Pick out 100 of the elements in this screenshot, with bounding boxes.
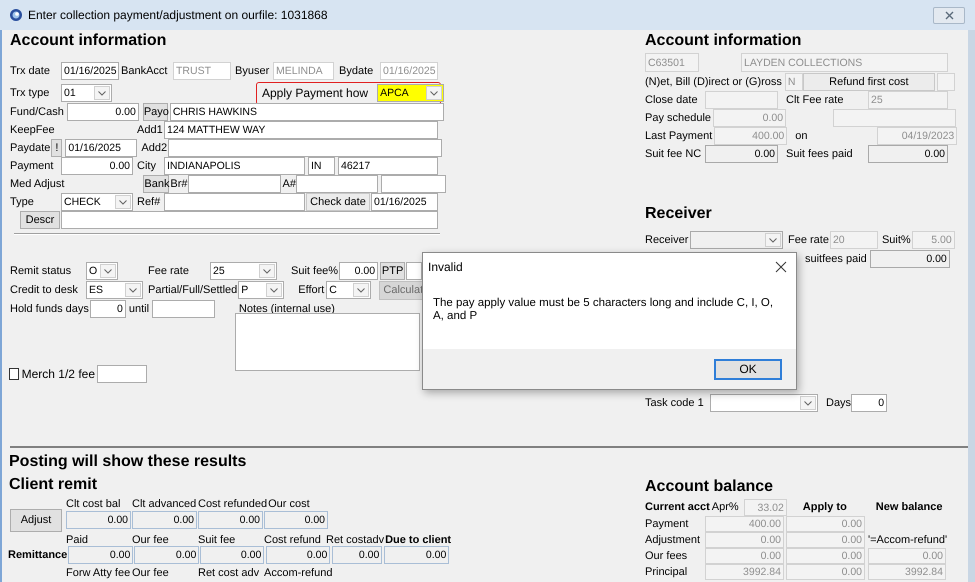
text-field[interactable]: 124 MATTHEW WAY [164,121,438,139]
field-label: Ret costadv [326,534,384,546]
dropdown-field[interactable] [710,394,818,412]
column-header: Current acct [645,501,710,514]
field-label: Clt advanced [132,498,197,510]
text-field[interactable]: 0.00 [384,546,450,564]
text-field[interactable]: 0.00 [61,157,133,175]
window-title: Enter collection payment/adjustment on ourfile: 1031868 [28,8,329,22]
text-field[interactable]: 0.00 [332,546,382,564]
text-field[interactable] [168,139,442,157]
text-field[interactable]: 01/16/2025 [65,139,138,157]
ok-button[interactable]: OK [714,358,782,380]
text-field[interactable]: 0.00 [66,103,139,121]
dropdown-button[interactable] [765,233,781,247]
caret-icon [270,288,278,292]
form-button[interactable]: Bank [143,175,170,193]
field-label: City [137,160,157,172]
text-field[interactable]: 0 [90,300,126,318]
text-field[interactable]: 0.00 [339,262,378,280]
field-label: Fee rate [148,264,190,278]
column-header: Due to client [385,534,452,546]
dropdown-button[interactable] [125,283,141,297]
dropdown-button[interactable] [426,86,442,100]
text-field[interactable]: INDIANAPOLIS [164,157,305,175]
caret-icon [119,200,127,204]
dropdown-field[interactable]: APCA [377,84,444,102]
text-field[interactable]: 46217 [338,157,438,175]
text-field[interactable]: 01/16/2025 [61,62,119,80]
field-label: Fee rate [788,234,829,246]
field-label: Trx date [10,64,51,78]
field-label: Receiver [645,234,689,246]
text-field[interactable] [97,365,147,383]
text-field[interactable] [164,193,305,211]
field-label: BankAcct [121,64,168,78]
field-label: Paydate [10,142,50,154]
field-label: Clt Fee rate [786,94,844,106]
dropdown-button[interactable] [353,283,370,297]
field-label: Suit fee [198,534,236,546]
field-label: Remit status [10,264,72,278]
form-button[interactable]: Payo [142,103,168,121]
field-label: Payment [645,518,690,530]
notes-field[interactable] [235,313,420,371]
dropdown-field[interactable] [690,231,783,249]
field-label: Add1 [137,124,163,136]
text-field[interactable]: 0.00 [266,546,330,564]
field-label: Suit fees paid [786,148,854,160]
field-label: Suit fee NC [645,148,702,160]
text-field[interactable]: 0.00 [68,546,134,564]
text-field[interactable]: 0.00 [66,511,131,529]
section-heading: Account balance [645,478,774,496]
form-button[interactable]: Adjust [10,508,62,532]
text-field[interactable] [406,262,422,280]
text-field[interactable]: IN [308,157,335,175]
field-label: Our cost [268,498,311,510]
text-field[interactable]: 0.00 [705,145,778,163]
app-icon [9,8,23,22]
text-field[interactable]: CHRIS HAWKINS [170,103,444,121]
dropdown-button[interactable] [115,195,131,209]
dropdown-button[interactable] [94,86,110,100]
form-button[interactable]: Descr [20,211,60,229]
field-label: Credit to desk [10,284,79,296]
dropdown-field[interactable]: ES [86,281,143,299]
text-field[interactable] [381,175,446,193]
text-field[interactable]: 0.00 [200,546,264,564]
text-field[interactable] [296,175,378,193]
field-label: Accom-refund [264,566,332,580]
text-field[interactable]: 0.00 [868,145,948,163]
caret-icon [104,268,112,274]
caret-icon [98,90,106,96]
text-field[interactable]: 01/16/2025 [371,193,438,211]
text-field[interactable]: 0 [851,394,888,412]
close-button[interactable] [933,6,965,24]
text-field[interactable] [61,211,438,229]
text-field[interactable] [188,175,281,193]
dropdown-field[interactable]: 25 [210,262,277,280]
dropdown-button[interactable] [266,283,282,297]
dropdown-button[interactable] [259,264,275,278]
field-label: Effort [298,284,326,296]
dropdown-field[interactable]: 01 [61,84,112,102]
form-button[interactable]: PTP [380,262,406,280]
text-field[interactable] [152,300,215,318]
text-field[interactable]: 0.00 [198,511,263,529]
field-label: on [795,130,809,142]
dropdown-field[interactable]: O [86,262,118,280]
dropdown-button[interactable] [100,264,116,278]
checkbox[interactable] [9,368,19,380]
text-field[interactable]: 0.00 [132,511,197,529]
caret-icon [430,90,438,96]
text-field[interactable]: 0.00 [264,511,328,529]
field-label: Fund/Cash [10,106,64,118]
dropdown-field[interactable]: P [238,281,284,299]
text-field[interactable]: 0.00 [870,250,950,268]
field-label: '=Accom-refund' [868,534,948,546]
field-label: Payment [10,160,54,172]
text-field[interactable]: 0.00 [134,546,200,564]
dropdown-field[interactable]: CHECK [61,193,133,211]
dropdown-button[interactable] [800,396,816,410]
form-button[interactable]: ! [51,139,62,157]
dropdown-field[interactable]: C [326,281,372,299]
field-label: Close date [645,94,699,106]
